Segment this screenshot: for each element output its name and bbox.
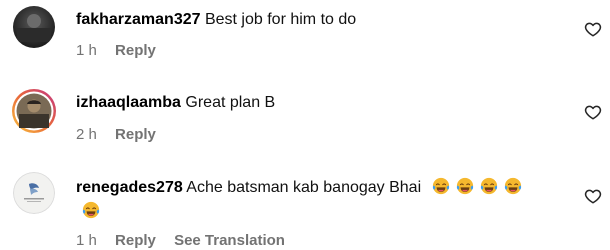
avatar[interactable] (13, 6, 55, 48)
reply-button[interactable]: Reply (115, 42, 156, 59)
heart-outline-icon[interactable] (584, 187, 602, 205)
face-with-tears-of-joy-icon (82, 201, 100, 219)
reply-button[interactable]: Reply (115, 232, 156, 249)
username[interactable]: renegades278 (76, 179, 183, 196)
username[interactable]: izhaaqlaamba (76, 94, 181, 111)
face-with-tears-of-joy-icon (456, 177, 473, 195)
comment-time: 2 h (76, 126, 97, 143)
reply-button[interactable]: Reply (115, 126, 156, 143)
username[interactable]: fakharzaman327 (76, 11, 201, 28)
comment-time: 1 h (76, 42, 97, 59)
face-with-tears-of-joy-icon (504, 177, 521, 195)
avatar[interactable] (11, 88, 57, 134)
avatar[interactable] (13, 172, 55, 214)
comment-text: Ache batsman kab banogay Bhai (186, 179, 422, 196)
comment-text: Great plan B (185, 94, 276, 111)
comment-time: 1 h (76, 232, 97, 249)
see-translation-button[interactable]: See Translation (174, 232, 285, 249)
face-with-tears-of-joy-icon (432, 177, 449, 195)
heart-outline-icon[interactable] (584, 20, 602, 38)
face-with-tears-of-joy-icon (480, 177, 497, 195)
comment-text: Best job for him to do (204, 11, 357, 28)
heart-outline-icon[interactable] (584, 103, 602, 121)
